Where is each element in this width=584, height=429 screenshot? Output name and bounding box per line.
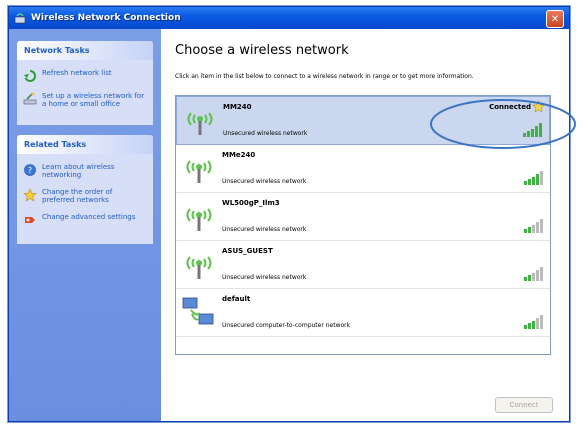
task-label: Refresh network list bbox=[42, 69, 112, 77]
connect-button[interactable]: Connect bbox=[495, 397, 553, 413]
network-name: ASUS_GUEST bbox=[222, 247, 273, 255]
task-label: Learn about wireless networking bbox=[42, 163, 115, 179]
close-icon: ✕ bbox=[550, 13, 560, 25]
task-change-advanced-settings[interactable]: Change advanced settings bbox=[23, 213, 147, 227]
task-sidebar: Network Tasks Refresh network list Set u… bbox=[9, 29, 161, 421]
network-item-asus-guest[interactable]: ASUS_GUEST Unsecured wireless network bbox=[176, 241, 550, 289]
refresh-icon bbox=[24, 69, 37, 82]
network-description: Unsecured wireless network bbox=[222, 226, 307, 233]
wireless-network-window: Wireless Network Connection ✕ Network Ta… bbox=[8, 6, 570, 422]
window-title: Wireless Network Connection bbox=[31, 13, 181, 23]
network-item-mme240[interactable]: MMe240 Unsecured wireless network bbox=[176, 145, 550, 193]
svg-text:?: ? bbox=[28, 166, 32, 175]
network-description: Unsecured wireless network bbox=[223, 130, 308, 137]
wireless-antenna-icon bbox=[186, 208, 212, 231]
star-icon bbox=[23, 188, 37, 202]
network-name: default bbox=[222, 295, 251, 303]
title-bar[interactable]: Wireless Network Connection ✕ bbox=[9, 7, 569, 29]
task-change-preferred-order[interactable]: Change the order of preferred networks bbox=[23, 188, 147, 204]
network-name: MMe240 bbox=[222, 151, 256, 159]
task-label: Change the order of preferred networks bbox=[42, 188, 113, 204]
computer-to-computer-icon bbox=[182, 297, 214, 325]
network-item-mm240[interactable]: MM240 Connected Unsecured wireless netwo… bbox=[176, 96, 550, 145]
network-name: MM240 bbox=[223, 103, 252, 111]
signal-strength-icon bbox=[524, 219, 543, 233]
network-list[interactable]: MM240 Connected Unsecured wireless netwo… bbox=[175, 95, 551, 355]
network-name: WL500gP_Ilm3 bbox=[222, 199, 280, 207]
network-item-default[interactable]: default Unsecured computer-to-computer n… bbox=[176, 289, 550, 337]
wireless-antenna-icon bbox=[186, 256, 212, 279]
main-content: Choose a wireless network Click an item … bbox=[161, 29, 569, 421]
task-label: Change advanced settings bbox=[42, 213, 136, 221]
task-refresh-network-list[interactable]: Refresh network list bbox=[23, 69, 147, 83]
signal-strength-icon bbox=[524, 267, 543, 281]
task-setup-wireless-network[interactable]: Set up a wireless network for a home or … bbox=[23, 92, 147, 108]
wireless-network-icon bbox=[14, 13, 26, 24]
network-tasks-header[interactable]: Network Tasks bbox=[17, 41, 153, 60]
signal-strength-icon bbox=[523, 123, 542, 137]
task-learn-wireless[interactable]: ? Learn about wireless networking bbox=[23, 163, 147, 179]
network-description: Unsecured wireless network bbox=[222, 274, 307, 281]
signal-strength-icon bbox=[524, 315, 543, 329]
related-tasks-header[interactable]: Related Tasks bbox=[17, 135, 153, 154]
wireless-antenna-icon bbox=[187, 112, 213, 135]
network-description: Unsecured wireless network bbox=[222, 178, 307, 185]
network-tasks-panel: Network Tasks Refresh network list Set u… bbox=[17, 41, 153, 125]
signal-strength-icon bbox=[524, 171, 543, 185]
connection-status: Connected bbox=[489, 103, 531, 111]
preferred-star-icon bbox=[532, 100, 545, 113]
network-item-wl500gp[interactable]: WL500gP_Ilm3 Unsecured wireless network bbox=[176, 193, 550, 241]
wireless-antenna-icon bbox=[186, 160, 212, 183]
instructions-text: Click an item in the list below to conne… bbox=[175, 73, 474, 80]
task-label: Set up a wireless network for a home or … bbox=[42, 92, 145, 108]
close-button[interactable]: ✕ bbox=[546, 10, 564, 28]
page-title: Choose a wireless network bbox=[175, 43, 349, 58]
network-description: Unsecured computer-to-computer network bbox=[222, 322, 351, 329]
setup-wizard-icon bbox=[23, 92, 37, 105]
related-tasks-panel: Related Tasks ? Learn about wireless net… bbox=[17, 135, 153, 244]
settings-icon bbox=[25, 217, 35, 223]
help-icon: ? bbox=[24, 164, 36, 176]
